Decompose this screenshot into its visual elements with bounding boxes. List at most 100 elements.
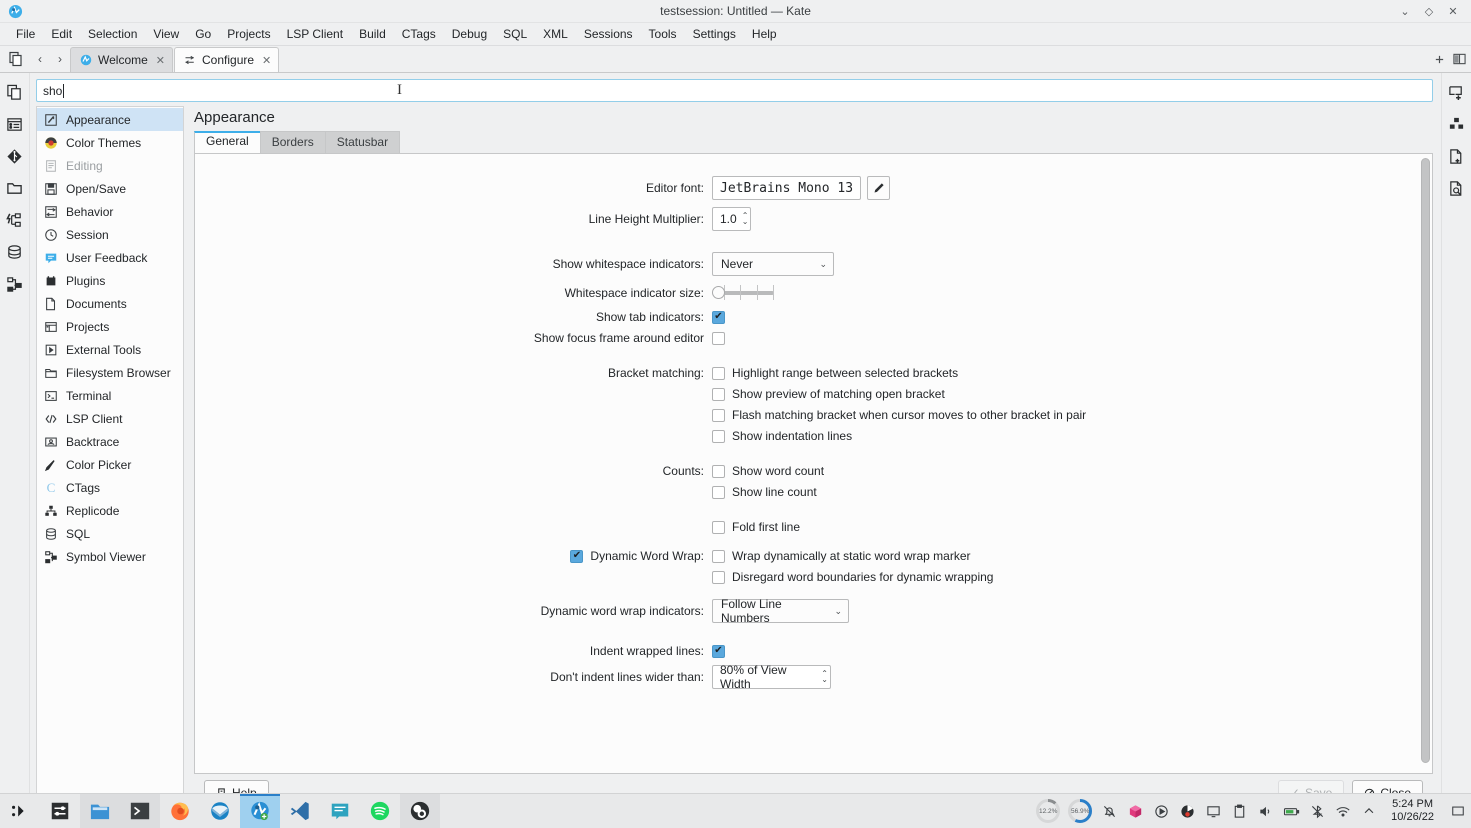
whitespace-size-slider[interactable] [712, 283, 774, 303]
tab-borders[interactable]: Borders [260, 131, 326, 153]
settings-page-list[interactable]: Appearance Color Themes Editing Open/Sav… [36, 106, 184, 814]
sidebar-item-external-tools[interactable]: External Tools [37, 338, 183, 361]
package-icon[interactable] [1122, 794, 1148, 828]
tab-welcome[interactable]: Welcome ✕ [70, 47, 173, 72]
menu-build[interactable]: Build [351, 24, 394, 44]
minimize-button[interactable]: ⌄ [1393, 0, 1417, 23]
tray-expand-icon[interactable] [1356, 794, 1382, 828]
stepper-arrows-icon[interactable]: ⌃⌄ [821, 671, 828, 683]
taskbar-thunderbird-icon[interactable] [200, 794, 240, 828]
tab-statusbar[interactable]: Statusbar [325, 131, 400, 153]
tab-configure[interactable]: Configure ✕ [174, 47, 279, 72]
media-play-icon[interactable] [1148, 794, 1174, 828]
sidebar-item-color-themes[interactable]: Color Themes [37, 131, 183, 154]
wifi-icon[interactable] [1330, 794, 1356, 828]
taskbar-terminal-icon[interactable] [120, 794, 160, 828]
dont-indent-stepper[interactable]: 80% of View Width ⌃⌄ [712, 665, 831, 689]
close-icon[interactable]: ✕ [156, 54, 165, 67]
memory-gauge[interactable]: 56.9% [1067, 798, 1093, 824]
settings-scrollbar[interactable] [1421, 158, 1430, 769]
show-word-count-checkbox[interactable] [712, 465, 725, 478]
taskbar-kate-icon[interactable] [240, 794, 280, 828]
sidebar-item-plugins[interactable]: Plugins [37, 269, 183, 292]
dynamic-word-wrap-checkbox[interactable] [570, 550, 583, 563]
sidebar-item-behavior[interactable]: Behavior [37, 200, 183, 223]
menu-tools[interactable]: Tools [641, 24, 685, 44]
close-icon[interactable]: ✕ [262, 54, 271, 67]
line-height-stepper[interactable]: 1.0 ⌃⌄ [712, 207, 751, 231]
taskbar-start-icon[interactable] [0, 794, 40, 828]
menu-lsp-client[interactable]: LSP Client [279, 24, 351, 44]
sidebar-item-sql[interactable]: SQL [37, 522, 183, 545]
search-input[interactable]: sho I [36, 79, 1433, 102]
sidebar-item-projects[interactable]: Projects [37, 315, 183, 338]
tab-forward-button[interactable]: › [50, 46, 70, 72]
sidebar-item-ctags[interactable]: C CTags [37, 476, 183, 499]
indentation-lines-checkbox[interactable] [712, 430, 725, 443]
sidebar-item-session[interactable]: Session [37, 223, 183, 246]
focus-frame-checkbox[interactable] [712, 332, 725, 345]
taskbar-notes-icon[interactable] [320, 794, 360, 828]
pencil-icon[interactable] [867, 176, 890, 200]
menu-view[interactable]: View [145, 24, 187, 44]
scrollbar-thumb[interactable] [1421, 158, 1430, 763]
highlight-range-checkbox[interactable] [712, 367, 725, 380]
notifications-muted-icon[interactable] [1096, 794, 1122, 828]
tab-general[interactable]: General [194, 131, 261, 153]
menu-help[interactable]: Help [744, 24, 785, 44]
menu-settings[interactable]: Settings [685, 24, 744, 44]
show-preview-checkbox[interactable] [712, 388, 725, 401]
editor-font-field[interactable]: JetBrains Mono 13 [712, 176, 861, 200]
sidebar-item-user-feedback[interactable]: User Feedback [37, 246, 183, 269]
cpu-gauge[interactable]: 12.2% [1035, 798, 1061, 824]
whitespace-indicators-select[interactable]: Never ⌄ [712, 252, 834, 276]
sidebar-item-color-picker[interactable]: Color Picker [37, 453, 183, 476]
tab-back-button[interactable]: ‹ [30, 46, 50, 72]
fold-first-line-checkbox[interactable] [712, 521, 725, 534]
sql-database-icon[interactable] [2, 239, 28, 265]
menu-file[interactable]: File [8, 24, 43, 44]
taskbar-obs-icon[interactable] [400, 794, 440, 828]
sidebar-item-symbol-viewer[interactable]: Symbol Viewer [37, 545, 183, 568]
sidebar-item-editing[interactable]: Editing [37, 154, 183, 177]
sidebar-item-filesystem-browser[interactable]: Filesystem Browser [37, 361, 183, 384]
menu-selection[interactable]: Selection [80, 24, 145, 44]
sidebar-item-documents[interactable]: Documents [37, 292, 183, 315]
disregard-boundaries-checkbox[interactable] [712, 571, 725, 584]
taskbar-vscode-icon[interactable] [280, 794, 320, 828]
menu-edit[interactable]: Edit [43, 24, 80, 44]
split-view-icon[interactable] [1449, 46, 1469, 72]
documents-icon[interactable] [2, 46, 30, 72]
stepper-arrows-icon[interactable]: ⌃⌄ [742, 213, 749, 225]
sidebar-item-terminal[interactable]: Terminal [37, 384, 183, 407]
sidebar-item-open-save[interactable]: Open/Save [37, 177, 183, 200]
new-window-icon[interactable] [1444, 79, 1470, 105]
battery-icon[interactable] [1278, 794, 1304, 828]
menu-sessions[interactable]: Sessions [576, 24, 641, 44]
outline-icon[interactable] [2, 111, 28, 137]
show-desktop-button[interactable] [1449, 794, 1467, 828]
close-button[interactable]: ✕ [1441, 0, 1465, 23]
taskbar-firefox-icon[interactable] [160, 794, 200, 828]
add-split-icon[interactable] [1429, 46, 1449, 72]
menu-projects[interactable]: Projects [219, 24, 278, 44]
volume-icon[interactable] [1252, 794, 1278, 828]
show-line-count-checkbox[interactable] [712, 486, 725, 499]
menu-ctags[interactable]: CTags [394, 24, 444, 44]
wrap-at-marker-checkbox[interactable] [712, 550, 725, 563]
sidebar-item-backtrace[interactable]: Backtrace [37, 430, 183, 453]
tile-view-icon[interactable] [1444, 111, 1470, 137]
taskbar-files-icon[interactable] [80, 794, 120, 828]
search-document-icon[interactable] [1444, 175, 1470, 201]
indent-wrapped-checkbox[interactable] [712, 645, 725, 658]
slider-handle[interactable] [712, 286, 725, 299]
display-icon[interactable] [1200, 794, 1226, 828]
tab-indicators-checkbox[interactable] [712, 311, 725, 324]
bluetooth-off-icon[interactable] [1304, 794, 1330, 828]
maximize-button[interactable]: ◇ [1417, 0, 1441, 23]
symbol-viewer-icon[interactable] [2, 271, 28, 297]
clipboard-icon[interactable] [1226, 794, 1252, 828]
menu-sql[interactable]: SQL [495, 24, 535, 44]
sidebar-item-appearance[interactable]: Appearance [37, 108, 183, 131]
git-icon[interactable] [2, 143, 28, 169]
